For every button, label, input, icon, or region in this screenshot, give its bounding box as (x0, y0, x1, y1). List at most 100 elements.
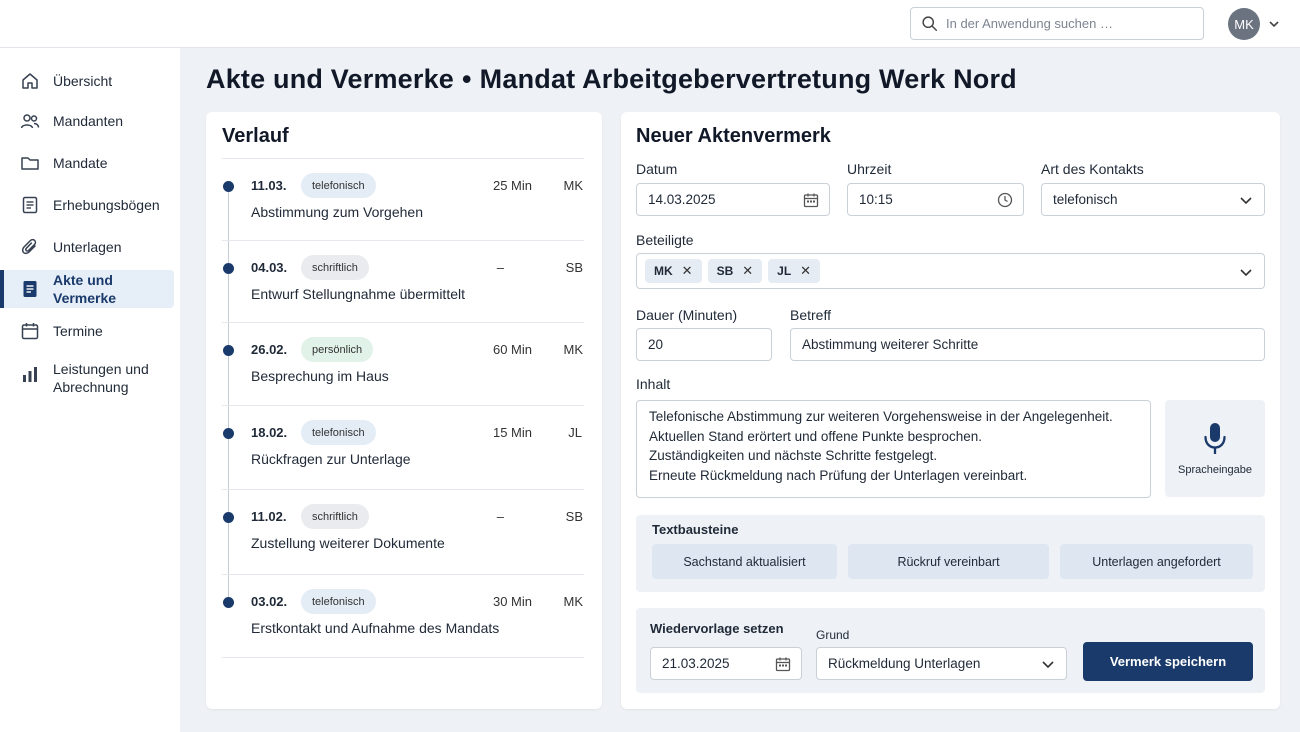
dauer-input[interactable]: 20 (636, 328, 772, 361)
entry-duration: 25 Min (492, 178, 532, 193)
beteiligte-label: Beteiligte (636, 232, 694, 248)
sidebar-item-unterlagen[interactable]: Unterlagen (0, 228, 174, 266)
inhalt-line: Telefonische Abstimmung zur weiteren Vor… (649, 409, 1113, 424)
calendar-icon[interactable] (775, 656, 791, 672)
sidebar-item-termine[interactable]: Termine (0, 312, 174, 350)
entry-initials: JL (568, 425, 582, 440)
chevron-down-icon[interactable] (1268, 18, 1280, 30)
sidebar-item-label: Leistungen und Abrechnung (53, 361, 149, 395)
grund-select[interactable]: Rückmeldung Unterlagen (816, 647, 1067, 680)
paperclip-icon (20, 237, 40, 257)
users-icon (20, 111, 40, 131)
chevron-down-icon (1042, 661, 1054, 669)
dauer-value: 20 (648, 337, 664, 352)
inhalt-label: Inhalt (636, 376, 671, 392)
grund-value: Rückmeldung Unterlagen (828, 656, 981, 671)
avatar[interactable]: MK (1228, 8, 1260, 40)
sidebar-item-label: Mandanten (53, 113, 124, 129)
entry-duration: 60 Min (492, 342, 532, 357)
mandate-name: Mandat Arbeitgebervertretung Werk Nord (479, 64, 1017, 94)
timeline-dot (223, 597, 234, 608)
form-icon (20, 195, 40, 215)
clock-icon[interactable] (997, 192, 1013, 208)
kontakt-label: Art des Kontakts (1041, 161, 1144, 177)
entry-text: Zustellung weiterer Dokumente (251, 535, 445, 551)
participant-chip: JL ✕ (768, 259, 821, 283)
remove-icon[interactable]: ✕ (800, 263, 811, 279)
page-title-text: Akte und Vermerke (206, 64, 455, 94)
wiedervorlage-title: Wiedervorlage setzen (650, 621, 784, 636)
contact-type-badge: telefonisch (301, 420, 376, 445)
remove-icon[interactable]: ✕ (742, 263, 753, 279)
entry-text: Entwurf Stellungnahme übermittelt (251, 286, 465, 302)
calendar-icon[interactable] (803, 192, 819, 208)
inhalt-line: Erneute Rückmeldung nach Prüfung der Unt… (649, 467, 1028, 483)
vermerk-speichern-button[interactable]: Vermerk speichern (1083, 642, 1253, 681)
entry-date: 11.02. (251, 509, 287, 524)
sidebar-item-akte-und-vermerke[interactable]: Akte und Vermerke (0, 270, 174, 308)
search-box[interactable] (910, 7, 1204, 40)
inhalt-line: Aktuellen Stand erörtert und offene Punk… (649, 428, 982, 444)
entry-date: 26.02. (251, 342, 288, 357)
inhalt-textarea[interactable]: Telefonische Abstimmung zur weiteren Vor… (636, 400, 1151, 498)
entry-duration: – (496, 509, 504, 524)
participant-chip: MK ✕ (645, 259, 702, 283)
uhrzeit-field[interactable]: 10:15 (847, 183, 1024, 216)
kontakt-value: telefonisch (1053, 192, 1118, 207)
timeline-entry[interactable]: 18.02. telefonisch 15 Min JL Rückfragen … (222, 405, 584, 489)
grund-label: Grund (816, 628, 850, 642)
datum-field[interactable]: 14.03.2025 (636, 183, 830, 216)
betreff-value: Abstimmung weiterer Schritte (802, 337, 979, 352)
sidebar-item-label: Erhebungsbögen (53, 197, 160, 213)
sidebar-item-erhebungsboegen[interactable]: Erhebungsbögen (0, 186, 174, 224)
entry-text: Besprechung im Haus (251, 368, 389, 384)
entry-date: 03.02. (251, 594, 288, 609)
sidebar-item-mandate[interactable]: Mandate (0, 144, 174, 182)
timeline-entry[interactable]: 11.02. schriftlich – SB Zustellung weite… (222, 489, 584, 574)
entry-date: 11.03. (251, 178, 287, 193)
beteiligte-multiselect[interactable]: MK ✕ SB ✕ JL ✕ (636, 253, 1265, 289)
timeline-entry[interactable]: 03.02. telefonisch 30 Min MK Erstkontakt… (222, 574, 584, 657)
remove-icon[interactable]: ✕ (682, 263, 693, 279)
contact-type-badge: schriftlich (301, 255, 369, 280)
timeline-entry[interactable]: 11.03. telefonisch 25 Min MK Abstimmung … (222, 158, 584, 240)
datum-value: 14.03.2025 (648, 192, 716, 207)
inhalt-line: Zuständigkeiten und nächste Schritte fes… (649, 448, 938, 463)
microphone-icon (1204, 422, 1226, 454)
chip-label: JL (777, 264, 792, 278)
betreff-input[interactable]: Abstimmung weiterer Schritte (790, 328, 1265, 361)
textbaustein-rueckruf-button[interactable]: Rückruf vereinbart (848, 544, 1049, 579)
sidebar-item-label: Akte und Vermerke (53, 272, 117, 306)
search-input[interactable] (946, 16, 1186, 31)
contact-type-badge: telefonisch (301, 589, 376, 614)
spracheingabe-button[interactable]: Spracheingabe (1165, 400, 1265, 497)
timeline-entry[interactable]: 26.02. persönlich 60 Min MK Besprechung … (222, 322, 584, 404)
page-title: Akte und Vermerke • Mandat Arbeitgebervert… (206, 64, 1017, 95)
timeline-dot (223, 512, 234, 523)
sidebar-item-label: Mandate (53, 155, 108, 171)
timeline-entry[interactable]: 04.03. schriftlich – SB Entwurf Stellung… (222, 240, 584, 322)
sidebar-item-label: Termine (53, 323, 103, 339)
datum-label: Datum (636, 161, 678, 177)
entry-date: 18.02. (251, 425, 288, 440)
sidebar-item-uebersicht[interactable]: Übersicht (0, 62, 174, 100)
search-icon (922, 16, 938, 32)
timeline-dot (223, 263, 234, 274)
timeline-dot (223, 428, 234, 439)
wiedervorlage-date-field[interactable]: 21.03.2025 (650, 647, 802, 680)
spracheingabe-label: Spracheingabe (1177, 463, 1252, 476)
sidebar-item-mandanten[interactable]: Mandanten (0, 102, 174, 140)
sidebar-item-leistungen[interactable]: Leistungen und Abrechnung (0, 356, 174, 400)
entry-duration: 30 Min (492, 594, 532, 609)
verlauf-title: Verlauf (222, 125, 289, 147)
sidebar-item-label: Unterlagen (53, 239, 122, 255)
timeline-dot (223, 345, 234, 356)
timeline-dot (223, 181, 234, 192)
entry-text: Erstkontakt und Aufnahme des Mandats (251, 620, 500, 636)
calendar-icon (20, 321, 40, 341)
kontakt-select[interactable]: telefonisch (1041, 183, 1265, 216)
home-icon (20, 71, 40, 91)
uhrzeit-value: 10:15 (859, 192, 893, 207)
textbaustein-sachstand-button[interactable]: Sachstand aktualisiert (652, 544, 837, 579)
textbaustein-unterlagen-button[interactable]: Unterlagen angefordert (1060, 544, 1253, 579)
